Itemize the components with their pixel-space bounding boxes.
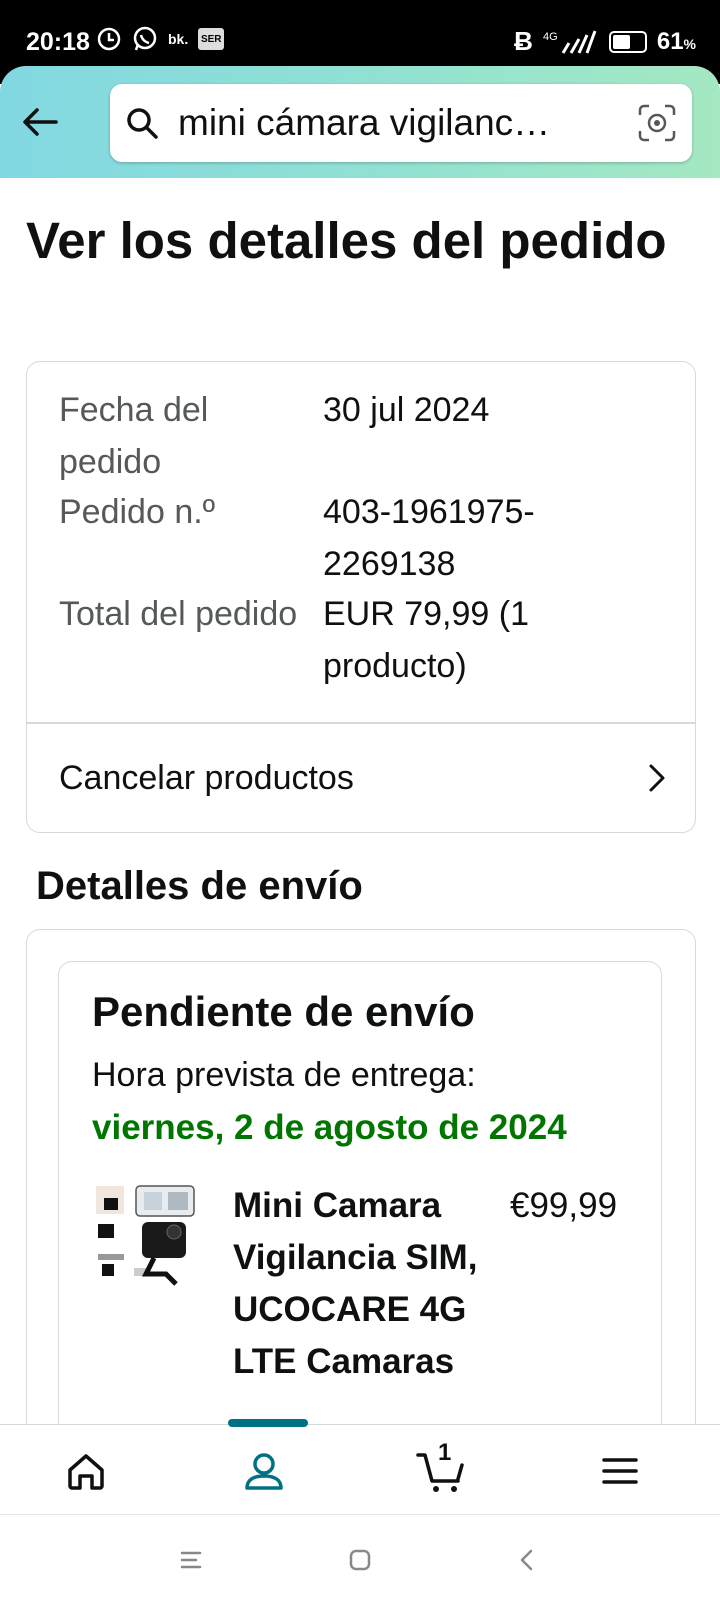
nav-cart[interactable]: 1 [412,1439,472,1499]
system-navigation-bar [0,1514,720,1600]
order-date-value: 30 jul 2024 [323,391,490,429]
cart-count-badge: 1 [438,1439,452,1466]
alarm-icon [97,27,121,51]
nav-home[interactable] [56,1443,116,1499]
status-time: 20:18 [26,28,90,56]
recent-apps-icon [180,1551,202,1569]
ser-icon: SER [198,28,225,50]
home-icon [68,1454,104,1490]
bitcoin-icon: Ƀ [514,26,533,56]
back-button[interactable] [18,100,62,144]
order-total-value: EUR 79,99 (1 producto) [323,595,529,685]
search-icon [127,108,158,139]
notification-icons: bk. SER [96,26,225,52]
network-type: 4G [543,31,558,43]
battery-icon [608,30,647,53]
signal-icon: 4G [543,29,597,54]
product-image[interactable] [94,1184,198,1288]
cancel-products-button[interactable]: Cancelar productos [27,724,695,832]
chevron-right-icon [649,764,665,792]
product-title[interactable]: Mini Camara Vigilancia SIM, UCOCARE 4G L… [233,1180,493,1388]
battery-percent: 61% [656,27,696,55]
bottom-navigation: 1 [0,1419,720,1514]
nav-menu[interactable] [590,1443,650,1499]
order-number-value: 403-1961975-2269138 [323,493,535,583]
order-date-label: Fecha del pedido [59,391,209,481]
recent-apps-button[interactable] [176,1545,206,1575]
back-icon [520,1549,533,1571]
shipping-section-title: Detalles de envío [36,864,363,908]
battery-fill [612,34,630,49]
page-title: Ver los detalles del pedido [26,212,667,269]
account-icon [245,1453,283,1490]
order-summary-card: Fecha del pedido 30 jul 2024 Pedido n.º … [26,361,696,833]
shipment-status: Pendiente de envío [92,988,475,1035]
search-header: mini cámara vigilanc… [0,66,720,178]
delivery-eta-label: Hora prevista de entrega: [92,1056,476,1094]
menu-icon [602,1458,638,1484]
active-tab-indicator [228,1419,308,1427]
order-total-label: Total del pedido [59,595,298,633]
home-system-button[interactable] [345,1545,375,1575]
order-number-label: Pedido n.º [59,493,216,531]
search-query: mini cámara vigilanc… [178,102,551,143]
cancel-products-label: Cancelar productos [59,758,354,797]
whatsapp-icon [133,26,157,51]
camera-lens-icon[interactable] [638,104,676,142]
delivery-eta-date: viernes, 2 de agosto de 2024 [92,1108,567,1147]
bk-icon: bk. [168,31,189,47]
product-price: €99,99 [510,1186,618,1225]
back-arrow-icon [23,108,58,136]
back-system-button[interactable] [512,1545,542,1575]
system-indicators: Ƀ 4G 61% [514,26,696,57]
nav-account[interactable] [234,1443,294,1499]
search-input[interactable]: mini cámara vigilanc… [110,84,692,162]
home-button-icon [349,1549,371,1571]
